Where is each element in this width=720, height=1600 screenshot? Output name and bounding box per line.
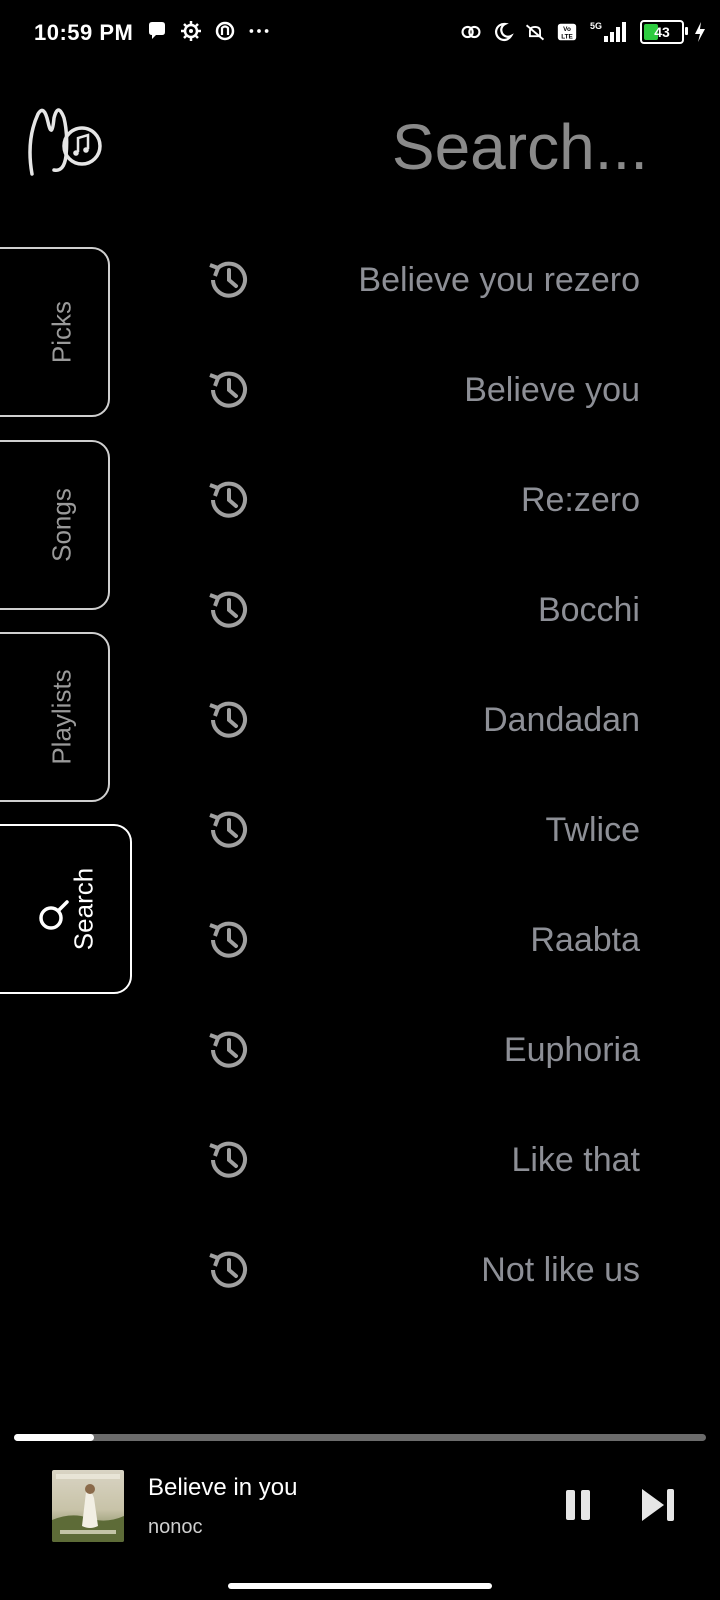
history-text: Dandadan: [483, 700, 640, 739]
tab-search[interactable]: Search: [0, 824, 132, 994]
history-icon: [204, 365, 254, 415]
charging-icon: [694, 21, 706, 43]
tab-songs[interactable]: Songs: [0, 440, 110, 610]
history-text: Euphoria: [503, 1030, 640, 1069]
home-indicator[interactable]: [228, 1583, 492, 1589]
svg-text:Vo: Vo: [563, 26, 571, 33]
history-item[interactable]: Believe you: [180, 360, 640, 420]
battery-percent: 43: [654, 24, 670, 40]
history-icon: [204, 1025, 254, 1075]
album-cover: [52, 1470, 124, 1542]
history-icon: [204, 475, 254, 525]
svg-text:LTE: LTE: [561, 33, 573, 40]
playback-progress-fill: [14, 1434, 94, 1441]
tab-search-label: Search: [68, 867, 99, 951]
more-dots-icon: [248, 20, 270, 42]
history-icon: [204, 695, 254, 745]
app-icon: [214, 20, 236, 42]
history-text: Not like us: [481, 1250, 640, 1289]
mute-icon: [524, 21, 546, 43]
pause-icon: [566, 1490, 590, 1520]
history-item[interactable]: Like that: [180, 1130, 640, 1190]
status-time: 10:59 PM: [34, 20, 134, 45]
network-label: 5G: [590, 21, 602, 31]
playback-progress-bar[interactable]: [14, 1434, 706, 1441]
history-icon: [204, 1135, 254, 1185]
history-text: Twlice: [545, 810, 640, 849]
history-icon: [204, 585, 254, 635]
history-item[interactable]: Raabta: [180, 910, 640, 970]
sync-icon: [460, 21, 482, 43]
skip-next-icon: [642, 1489, 674, 1521]
moon-icon: [492, 21, 514, 43]
pause-button[interactable]: [560, 1485, 596, 1525]
history-text: Bocchi: [537, 590, 640, 629]
history-text: Believe you: [464, 370, 640, 409]
history-text: Raabta: [530, 920, 640, 959]
history-text: Believe you rezero: [358, 260, 640, 299]
signal-icon: 5G: [588, 21, 630, 43]
history-icon: [204, 805, 254, 855]
chat-bubble-icon: [146, 20, 168, 42]
status-bar: 10:59 PM Vo LTE 5G 43: [0, 0, 720, 70]
history-item[interactable]: Believe you rezero: [180, 250, 640, 310]
history-item[interactable]: Bocchi: [180, 580, 640, 640]
now-playing-bar[interactable]: Believe in you nonoc: [0, 1460, 720, 1560]
history-item[interactable]: Twlice: [180, 800, 640, 860]
skip-next-button[interactable]: [638, 1485, 678, 1525]
tab-songs-label: Songs: [46, 488, 77, 562]
history-text: Re:zero: [520, 480, 640, 519]
volte-icon: Vo LTE: [556, 21, 578, 43]
tab-picks[interactable]: Picks: [0, 247, 110, 417]
tab-picks-label: Picks: [46, 300, 77, 364]
history-icon: [204, 915, 254, 965]
status-left-icons: [146, 20, 270, 42]
history-icon: [204, 255, 254, 305]
tab-playlists-label: Playlists: [46, 669, 77, 765]
status-right-icons: Vo LTE 5G 43: [460, 20, 706, 44]
app-logo: [24, 100, 104, 180]
history-icon: [204, 1245, 254, 1295]
battery-indicator: 43: [640, 20, 688, 44]
gear-icon: [180, 20, 202, 42]
history-item[interactable]: Not like us: [180, 1240, 640, 1300]
history-item[interactable]: Euphoria: [180, 1020, 640, 1080]
tab-playlists[interactable]: Playlists: [0, 632, 110, 802]
history-text: Like that: [511, 1140, 640, 1179]
now-playing-title: Believe in you: [148, 1474, 298, 1501]
history-item[interactable]: Re:zero: [180, 470, 640, 530]
history-item[interactable]: Dandadan: [180, 690, 640, 750]
now-playing-artist: nonoc: [148, 1516, 203, 1538]
search-header[interactable]: Search...: [392, 110, 648, 184]
